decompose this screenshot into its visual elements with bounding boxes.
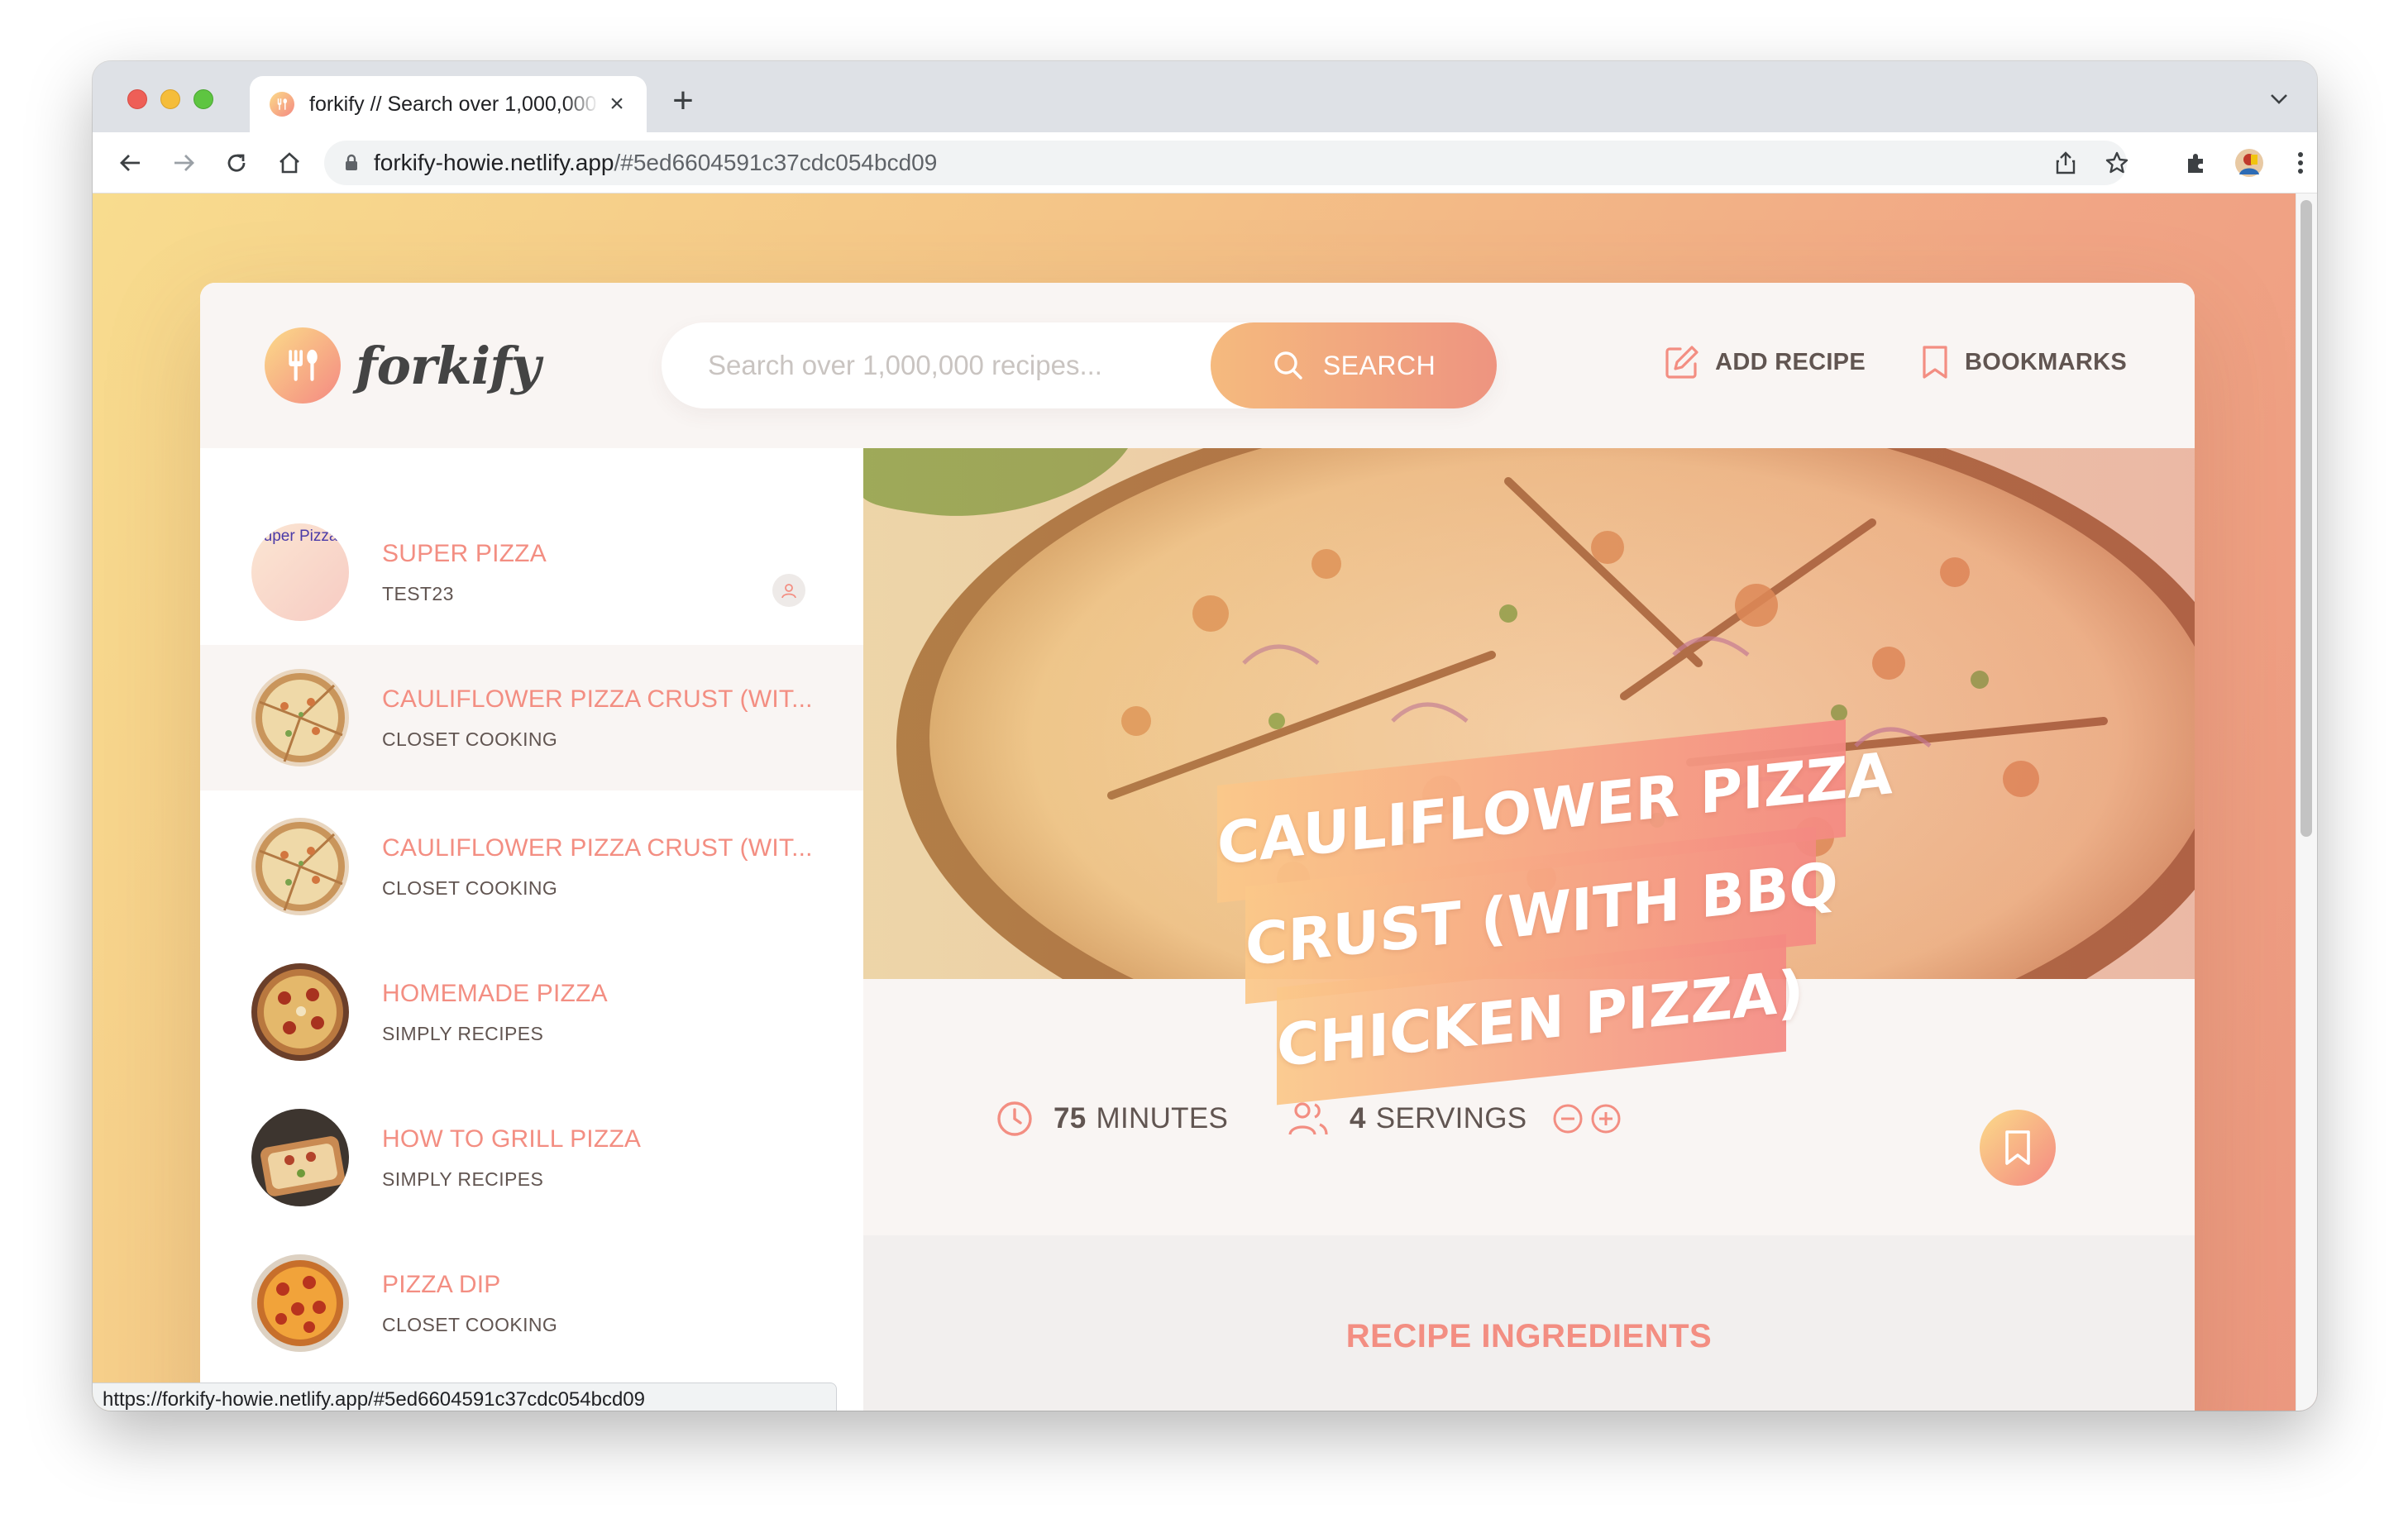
search-form: SEARCH	[662, 322, 1497, 408]
bookmark-star-icon[interactable]	[2097, 143, 2137, 183]
logo[interactable]: forkify	[265, 327, 541, 404]
minus-circle-icon[interactable]	[1551, 1102, 1584, 1135]
cooking-time: 75 MINUTES	[996, 1100, 1228, 1138]
result-title: CAULIFLOWER PIZZA CRUST (WIT...	[382, 685, 813, 713]
logo-text: forkify	[356, 335, 541, 396]
scrollbar-thumb[interactable]	[2300, 200, 2312, 837]
list-item[interactable]: HOW TO GRILL PIZZA SIMPLY RECIPES	[200, 1085, 863, 1230]
url-host: forkify-howie.netlify.app	[374, 150, 614, 175]
search-button[interactable]: SEARCH	[1211, 322, 1497, 408]
servings-value: 4	[1350, 1102, 1366, 1134]
app-header: forkify SEARCH	[200, 283, 2195, 448]
recipe-thumbnail	[251, 669, 349, 766]
bookmark-icon	[2005, 1130, 2030, 1165]
servings-unit: SERVINGS	[1375, 1102, 1527, 1134]
close-window-button[interactable]	[127, 89, 147, 109]
search-icon	[1272, 349, 1305, 382]
ingredients-heading: RECIPE INGREDIENTS	[1345, 1318, 1713, 1354]
broken-image-alt: Super Pizza	[253, 528, 338, 545]
result-publisher: CLOSET COOKING	[382, 876, 558, 899]
home-icon[interactable]	[270, 143, 309, 183]
back-icon[interactable]	[111, 143, 150, 183]
address-bar[interactable]: forkify-howie.netlify.app /#5ed6604591c3…	[324, 141, 2127, 185]
tab-search-chevron-icon[interactable]	[2264, 84, 2294, 114]
result-title: SUPER PIZZA	[382, 539, 547, 567]
reload-icon[interactable]	[217, 143, 256, 183]
search-results: Super Pizza SUPER PIZZA TEST23 CAULIFLOW…	[200, 448, 863, 1411]
tab-bar: forkify // Search over 1,000,000 recipes…	[93, 61, 2317, 132]
result-publisher: SIMPLY RECIPES	[382, 1022, 544, 1044]
scrollbar-track[interactable]	[2296, 193, 2317, 1411]
result-title: HOMEMADE PIZZA	[382, 979, 608, 1007]
add-recipe-button[interactable]: ADD RECIPE	[1664, 344, 1866, 380]
new-tab-button[interactable]: +	[663, 81, 703, 121]
recipe-thumbnail	[251, 818, 349, 915]
lock-icon[interactable]	[344, 154, 359, 172]
result-publisher: SIMPLY RECIPES	[382, 1168, 544, 1190]
link-status-bubble: https://forkify-howie.netlify.app/#5ed66…	[93, 1383, 837, 1411]
browser-toolbar: forkify-howie.netlify.app /#5ed6604591c3…	[93, 132, 2317, 193]
users-icon	[1287, 1100, 1330, 1138]
tab-title: forkify // Search over 1,000,000 recipes	[309, 92, 599, 116]
share-icon[interactable]	[2046, 143, 2086, 183]
favicon-icon	[270, 92, 294, 117]
recipe-thumbnail	[251, 1254, 349, 1352]
recipe-thumbnail: Super Pizza	[251, 523, 349, 621]
browser-window: forkify // Search over 1,000,000 recipes…	[93, 61, 2317, 1411]
plus-circle-icon[interactable]	[1589, 1102, 1622, 1135]
menu-kebab-icon[interactable]	[2281, 143, 2317, 183]
result-title: CAULIFLOWER PIZZA CRUST (WIT...	[382, 833, 813, 862]
minimize-window-button[interactable]	[160, 89, 180, 109]
recipe-details: 75 MINUTES 4 SERVINGS	[863, 979, 2195, 1235]
list-item[interactable]: CAULIFLOWER PIZZA CRUST (WIT... CLOSET C…	[200, 645, 863, 790]
fork-spoon-icon	[265, 327, 341, 404]
add-recipe-label: ADD RECIPE	[1715, 348, 1866, 375]
search-input[interactable]	[708, 322, 1171, 408]
profile-avatar[interactable]	[2229, 143, 2269, 183]
result-publisher: CLOSET COOKING	[382, 728, 558, 750]
user-generated-icon	[772, 574, 805, 607]
list-item[interactable]: PIZZA DIP CLOSET COOKING	[200, 1230, 863, 1376]
forward-icon[interactable]	[164, 143, 203, 183]
ingredients-section: RECIPE INGREDIENTS	[863, 1235, 2195, 1411]
image-overlay	[863, 448, 2195, 979]
page-viewport: forkify SEARCH	[93, 193, 2317, 1411]
tab-close-icon[interactable]: ×	[604, 91, 630, 117]
bookmarks-button[interactable]: BOOKMARKS	[1920, 344, 2127, 380]
servings: 4 SERVINGS	[1287, 1100, 1622, 1138]
list-item[interactable]: Super Pizza SUPER PIZZA TEST23	[200, 499, 863, 645]
edit-icon	[1664, 344, 1700, 380]
result-publisher: TEST23	[382, 582, 454, 604]
bookmarks-label: BOOKMARKS	[1964, 348, 2127, 375]
result-publisher: CLOSET COOKING	[382, 1313, 558, 1335]
recipe-thumbnail	[251, 963, 349, 1061]
url-path: /#5ed6604591c37cdc054bcd09	[614, 150, 938, 175]
forkify-app: forkify SEARCH	[200, 283, 2195, 1411]
recipe-view: CAULIFLOWER PIZZA CRUST (WITH BBQ CHICKE…	[863, 448, 2195, 1411]
list-item[interactable]: CAULIFLOWER PIZZA CRUST (WIT... CLOSET C…	[200, 794, 863, 939]
result-title: PIZZA DIP	[382, 1270, 501, 1298]
bookmark-icon	[1920, 344, 1950, 380]
browser-tab[interactable]: forkify // Search over 1,000,000 recipes…	[250, 76, 647, 132]
bookmark-recipe-button[interactable]	[1980, 1110, 2056, 1186]
cooking-time-unit: MINUTES	[1096, 1102, 1229, 1134]
result-title: HOW TO GRILL PIZZA	[382, 1125, 642, 1153]
recipe-image	[863, 448, 2195, 979]
search-button-label: SEARCH	[1322, 350, 1436, 380]
recipe-thumbnail	[251, 1109, 349, 1206]
zoom-window-button[interactable]	[194, 89, 213, 109]
clock-icon	[996, 1100, 1034, 1138]
extensions-icon[interactable]	[2176, 143, 2216, 183]
cooking-time-value: 75	[1054, 1102, 1087, 1134]
header-nav: ADD RECIPE BOOKMARKS	[1609, 344, 2127, 380]
list-item[interactable]: HOMEMADE PIZZA SIMPLY RECIPES	[200, 939, 863, 1085]
